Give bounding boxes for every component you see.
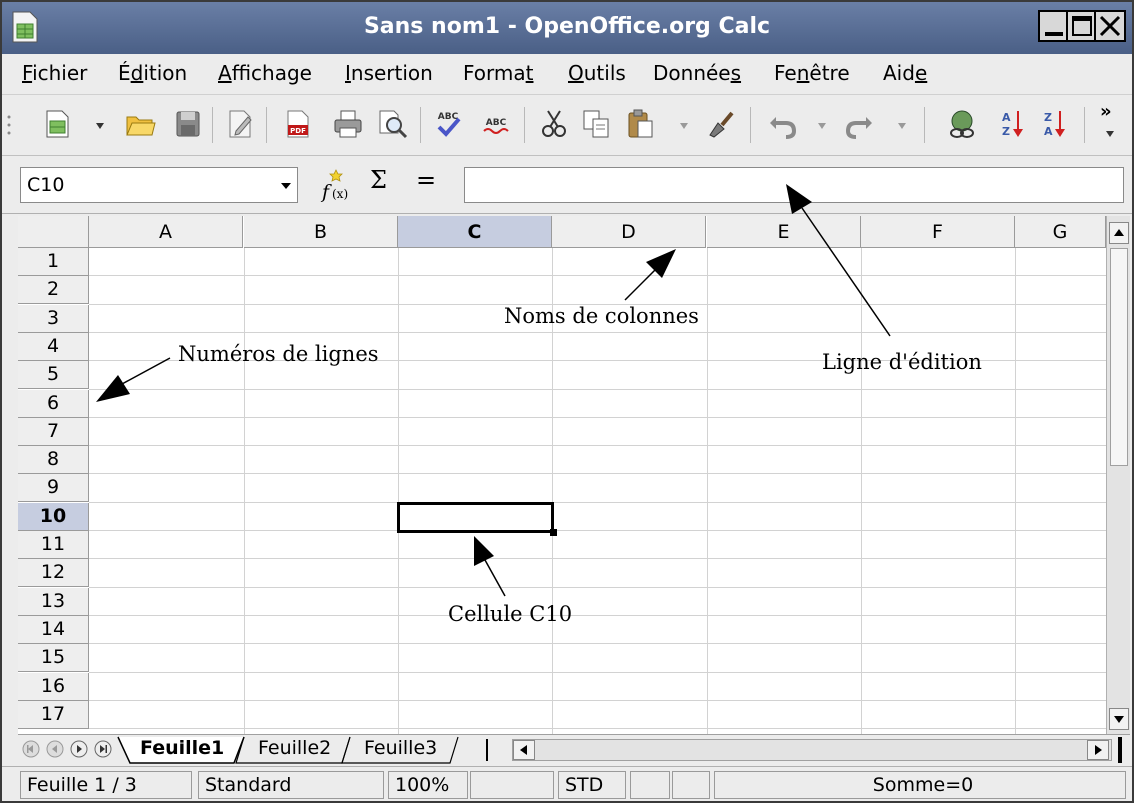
annotation-row-numbers: Numéros de lignes bbox=[178, 342, 379, 366]
annotation-cell: Cellule C10 bbox=[448, 602, 573, 626]
annotation-edit-line: Ligne d'édition bbox=[822, 350, 982, 374]
arrow-row-numbers bbox=[96, 375, 130, 402]
annotation-arrow-lines bbox=[96, 184, 891, 597]
arrow-edit-line bbox=[786, 184, 812, 214]
annotation-column-names: Noms de colonnes bbox=[504, 304, 699, 328]
arrow-cell bbox=[474, 536, 494, 566]
